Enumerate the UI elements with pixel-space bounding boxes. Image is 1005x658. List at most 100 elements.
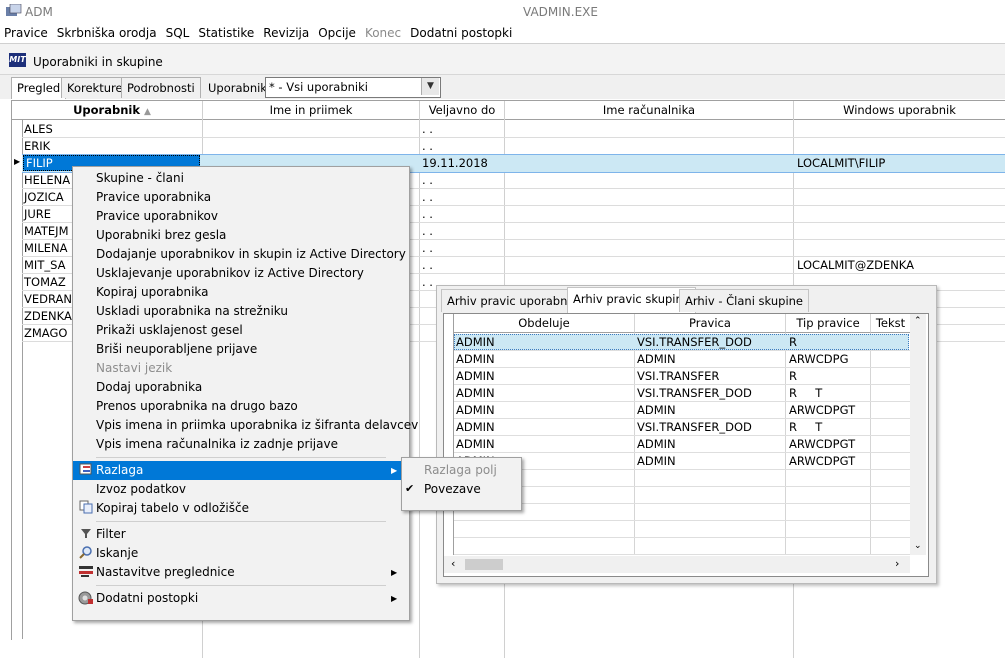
archive-cell[interactable]: ADMIN xyxy=(637,402,676,418)
cell-user[interactable]: ERIK xyxy=(24,138,50,154)
menu-item[interactable]: Dodaj uporabnika xyxy=(96,378,202,397)
menu-statistike[interactable]: Statistike xyxy=(194,23,258,43)
menu-item[interactable]: Briši neuporabljene prijave xyxy=(96,340,257,359)
archive-cell[interactable]: ADMIN xyxy=(456,368,495,384)
menu-item-nastavitve[interactable]: Nastavitve preglednice xyxy=(96,563,235,582)
vertical-scrollbar[interactable]: ⌃ ⌄ xyxy=(910,314,926,555)
archive-cell[interactable]: R T xyxy=(789,419,822,435)
menu-item[interactable]: Prikaži usklajenost gesel xyxy=(96,321,243,340)
menu-revizija[interactable]: Revizija xyxy=(259,23,313,43)
menu-item[interactable]: Dodajanje uporabnikov in skupin iz Activ… xyxy=(96,245,406,264)
menu-item[interactable]: Vpis imena in priimka uporabnika iz šifr… xyxy=(96,416,418,435)
archive-cell[interactable]: ARWCDPG xyxy=(789,351,849,367)
menu-sql[interactable]: SQL xyxy=(162,23,194,43)
cell-valid[interactable]: . . xyxy=(422,189,433,205)
header-obdeluje[interactable]: Obdeluje xyxy=(454,314,635,333)
menu-pravice[interactable]: Pravice xyxy=(0,23,52,43)
archive-cell[interactable]: ADMIN xyxy=(637,436,676,452)
cell-valid[interactable]: . . xyxy=(422,240,433,256)
cell-user[interactable]: MIT_SA xyxy=(24,257,65,273)
archive-cell[interactable]: ADMIN xyxy=(456,351,495,367)
menu-item-filter[interactable]: Filter xyxy=(96,525,126,544)
cell-valid[interactable]: . . xyxy=(422,206,433,222)
cell-valid-filip[interactable]: 19.11.2018 xyxy=(422,155,488,171)
header-uporabnik[interactable]: Uporabnik ▲ xyxy=(22,101,203,120)
header-tekst[interactable]: Tekst xyxy=(871,314,910,333)
cell-windows-user[interactable]: LOCALMIT@ZDENKA xyxy=(797,257,914,273)
menu-item-povezave[interactable]: Povezave xyxy=(424,480,481,499)
header-pravica[interactable]: Pravica xyxy=(635,314,786,333)
cell-win-filip[interactable]: LOCALMIT\FILIP xyxy=(797,155,885,171)
cell-valid[interactable]: . . xyxy=(422,257,433,273)
menu-item-razlaga-polj[interactable]: Razlaga polj xyxy=(424,461,497,480)
archive-cell[interactable]: R T xyxy=(789,385,822,401)
header-ime-racunalnika[interactable]: Ime računalnika xyxy=(505,101,794,120)
header-windows-uporabnik[interactable]: Windows uporabnik xyxy=(794,101,1005,120)
cell-user[interactable]: TOMAZ xyxy=(24,274,66,290)
chevron-down-icon[interactable]: ▼ xyxy=(421,78,439,95)
menu-dodatni-postopki[interactable]: Dodatni postopki xyxy=(406,23,516,43)
archive-cell[interactable]: ADMIN xyxy=(637,351,676,367)
archive-cell[interactable]: ARWCDPGT xyxy=(789,453,855,469)
archive-cell[interactable]: VSI.TRANSFER_DOD xyxy=(637,334,752,350)
menu-skrbniska-orodja[interactable]: Skrbniška orodja xyxy=(53,23,161,43)
cell-user-filip[interactable]: FILIP xyxy=(26,155,53,171)
cell-valid[interactable]: . . xyxy=(422,274,433,290)
cell-user[interactable]: MILENA xyxy=(24,240,67,256)
cell-user[interactable]: ALES xyxy=(24,121,53,137)
menu-opcije[interactable]: Opcije xyxy=(314,23,360,43)
menu-item-kopiraj-tabelo[interactable]: Kopiraj tabelo v odložišče xyxy=(96,499,249,518)
menu-item-razlaga[interactable]: Razlaga xyxy=(96,461,143,480)
menu-item[interactable]: Skupine - člani xyxy=(96,169,184,188)
scroll-down-icon[interactable]: ⌄ xyxy=(914,541,922,551)
menu-item[interactable]: Pravice uporabnika xyxy=(96,188,211,207)
tab-arhiv-clani-skupine[interactable]: Arhiv - Člani skupine xyxy=(679,289,809,312)
menu-item-izvoz-podatkov[interactable]: Izvoz podatkov xyxy=(96,480,186,499)
menu-item[interactable]: Usklajevanje uporabnikov iz Active Direc… xyxy=(96,264,364,283)
scrollbar-thumb[interactable] xyxy=(465,559,503,570)
menu-item-iskanje[interactable]: Iskanje xyxy=(96,544,138,563)
archive-cell[interactable]: ADMIN xyxy=(637,453,676,469)
menu-item[interactable]: Prenos uporabnika na drugo bazo xyxy=(96,397,298,416)
archive-cell[interactable]: R xyxy=(789,368,797,384)
header-ime-priimek[interactable]: Ime in priimek xyxy=(203,101,420,120)
tab-korekture[interactable]: Korekture xyxy=(61,77,129,98)
tab-podrobnosti[interactable]: Podrobnosti xyxy=(121,77,201,98)
menu-item-dodatni-postopki[interactable]: Dodatni postopki xyxy=(96,589,198,608)
scroll-up-icon[interactable]: ⌃ xyxy=(914,316,922,326)
cell-user[interactable]: JURE xyxy=(24,206,51,222)
tab-arhiv-pravic-skupine[interactable]: Arhiv pravic skupine xyxy=(567,287,696,313)
archive-cell[interactable]: ARWCDPGT xyxy=(789,436,855,452)
cell-valid[interactable]: . . xyxy=(422,223,433,239)
tab-pregled[interactable]: Pregled xyxy=(11,77,67,99)
menu-item[interactable]: Uporabniki brez gesla xyxy=(96,226,226,245)
cell-user[interactable]: ZMAGO xyxy=(24,325,67,341)
archive-cell[interactable]: ADMIN xyxy=(456,419,495,435)
cell-user[interactable]: JOZICA xyxy=(24,189,64,205)
menu-item[interactable]: Nastavi jezik xyxy=(96,359,172,378)
menu-item[interactable]: Vpis imena računalnika iz zadnje prijave xyxy=(96,435,338,454)
header-veljavno-do[interactable]: Veljavno do xyxy=(420,101,505,120)
cell-user[interactable]: MATEJM xyxy=(24,223,69,239)
scroll-right-icon[interactable]: › xyxy=(895,557,899,570)
archive-cell[interactable]: R xyxy=(789,334,797,350)
menu-konec[interactable]: Konec xyxy=(361,23,405,43)
cell-valid[interactable]: . . xyxy=(422,121,433,137)
archive-cell[interactable]: VSI.TRANSFER_DOD xyxy=(637,385,752,401)
archive-cell[interactable]: VSI.TRANSFER_DOD xyxy=(637,419,752,435)
archive-cell[interactable]: ARWCDPGT xyxy=(789,402,855,418)
scroll-left-icon[interactable]: ‹ xyxy=(451,557,455,570)
horizontal-scrollbar[interactable]: ‹ › xyxy=(444,556,910,573)
archive-cell[interactable]: VSI.TRANSFER xyxy=(637,368,719,384)
cell-user[interactable]: ZDENKA xyxy=(24,308,72,324)
menu-item[interactable]: Uskladi uporabnika na strežniku xyxy=(96,302,288,321)
cell-valid[interactable]: . . xyxy=(422,172,433,188)
archive-cell[interactable]: ADMIN xyxy=(456,385,495,401)
cell-valid[interactable]: . . xyxy=(422,138,433,154)
menu-item[interactable]: Pravice uporabnikov xyxy=(96,207,218,226)
cell-user[interactable]: HELENA xyxy=(24,172,70,188)
archive-cell[interactable]: ADMIN xyxy=(456,402,495,418)
archive-cell[interactable]: ADMIN xyxy=(456,334,495,350)
menu-item[interactable]: Kopiraj uporabnika xyxy=(96,283,209,302)
archive-cell[interactable]: ADMIN xyxy=(456,436,495,452)
